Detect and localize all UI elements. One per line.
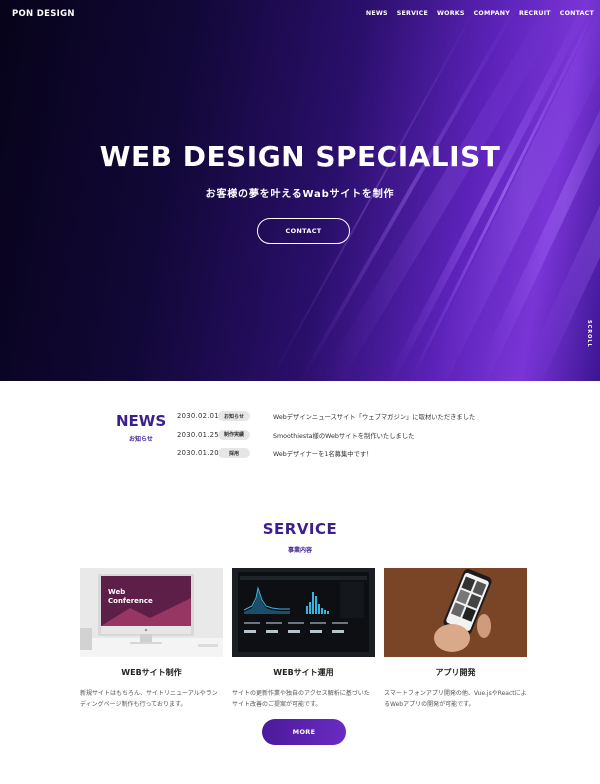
- hero-section: PON DESIGN NEWS SERVICE WORKS COMPANY RE…: [0, 0, 600, 381]
- news-text[interactable]: Smoothiesta様のWebサイトを制作いたしました: [273, 431, 414, 440]
- news-tag: 採用: [218, 448, 250, 458]
- card-title: WEBサイト運用: [273, 668, 334, 677]
- conference-web-text: Web: [108, 588, 125, 596]
- news-item[interactable]: 2030.01.20 採用 Webデザイナーを1名募集中です！: [177, 448, 497, 467]
- nav-service[interactable]: SERVICE: [397, 10, 428, 17]
- card-title: アプリ開発: [435, 668, 476, 677]
- site-logo[interactable]: PON DESIGN: [12, 9, 75, 19]
- news-date: 2030.01.20: [177, 449, 219, 457]
- main-nav: NEWS SERVICE WORKS COMPANY RECRUIT CONTA…: [366, 10, 594, 17]
- news-text[interactable]: Webデザイナーを1名募集中です！: [273, 449, 372, 458]
- nav-contact[interactable]: CONTACT: [560, 10, 594, 17]
- service-card-web-operation[interactable]: WEBサイト運用 サイトの更新作業や独自のアクセス解析に基づいたサイト改善のご提…: [232, 568, 375, 710]
- more-button[interactable]: MORE: [262, 719, 346, 745]
- news-date: 2030.02.01: [177, 412, 219, 420]
- nav-news[interactable]: NEWS: [366, 10, 388, 17]
- smartphone-image: [384, 568, 527, 657]
- contact-button[interactable]: CONTACT: [257, 218, 350, 244]
- conference-title-text: Conference: [108, 597, 153, 605]
- hero-title: WEB DESIGN SPECIALIST: [99, 140, 501, 173]
- news-tag: お知らせ: [218, 411, 250, 421]
- card-text: 新規サイトはもちろん、サイトリニューアルやランディングページ制作も行っております…: [80, 690, 218, 708]
- news-subtitle: お知らせ: [129, 436, 153, 443]
- news-tag: 制作実績: [218, 429, 250, 440]
- news-heading: NEWS お知らせ: [116, 412, 166, 443]
- service-card-web-production[interactable]: Web Conference WEBサイト制作 新規サイトはもちろん、サイトリニ…: [80, 568, 223, 710]
- news-item[interactable]: 2030.01.25 制作実績 Smoothiesta様のWebサイトを制作いた…: [177, 429, 497, 449]
- news-date: 2030.01.25: [177, 430, 219, 439]
- service-card-app-development[interactable]: アプリ開発 スマートフォンアプリ開発の他、Vue.jsやReactによるWebア…: [384, 568, 527, 710]
- hero-subtitle: お客様の夢を叶えるWabサイトを制作: [205, 189, 395, 200]
- card-title: WEBサイト制作: [121, 668, 182, 677]
- scroll-indicator[interactable]: SCROLL: [586, 320, 592, 348]
- card-text: スマートフォンアプリ開発の他、Vue.jsやReactによるWebアプリの開発が…: [384, 690, 527, 708]
- nav-works[interactable]: WORKS: [437, 10, 465, 17]
- service-subtitle: 事業内容: [287, 547, 312, 554]
- nav-company[interactable]: COMPANY: [474, 10, 510, 17]
- news-text[interactable]: Webデザインニュースサイト「ウェブマガジン」に取材いただきました: [273, 412, 475, 421]
- service-title: SERVICE: [262, 520, 338, 538]
- news-list: 2030.02.01 お知らせ Webデザインニュースサイト「ウェブマガジン」に…: [177, 411, 497, 467]
- news-title: NEWS: [116, 412, 167, 430]
- card-text: サイトの更新作業や独自のアクセス解析に基づいたサイト改善のご提案が可能です。: [232, 690, 370, 708]
- analytics-dashboard-image: [232, 568, 375, 657]
- site-header: PON DESIGN NEWS SERVICE WORKS COMPANY RE…: [0, 0, 600, 26]
- imac-conference-image: Web Conference: [80, 568, 223, 657]
- news-item[interactable]: 2030.02.01 お知らせ Webデザインニュースサイト「ウェブマガジン」に…: [177, 411, 497, 430]
- nav-recruit[interactable]: RECRUIT: [519, 10, 551, 17]
